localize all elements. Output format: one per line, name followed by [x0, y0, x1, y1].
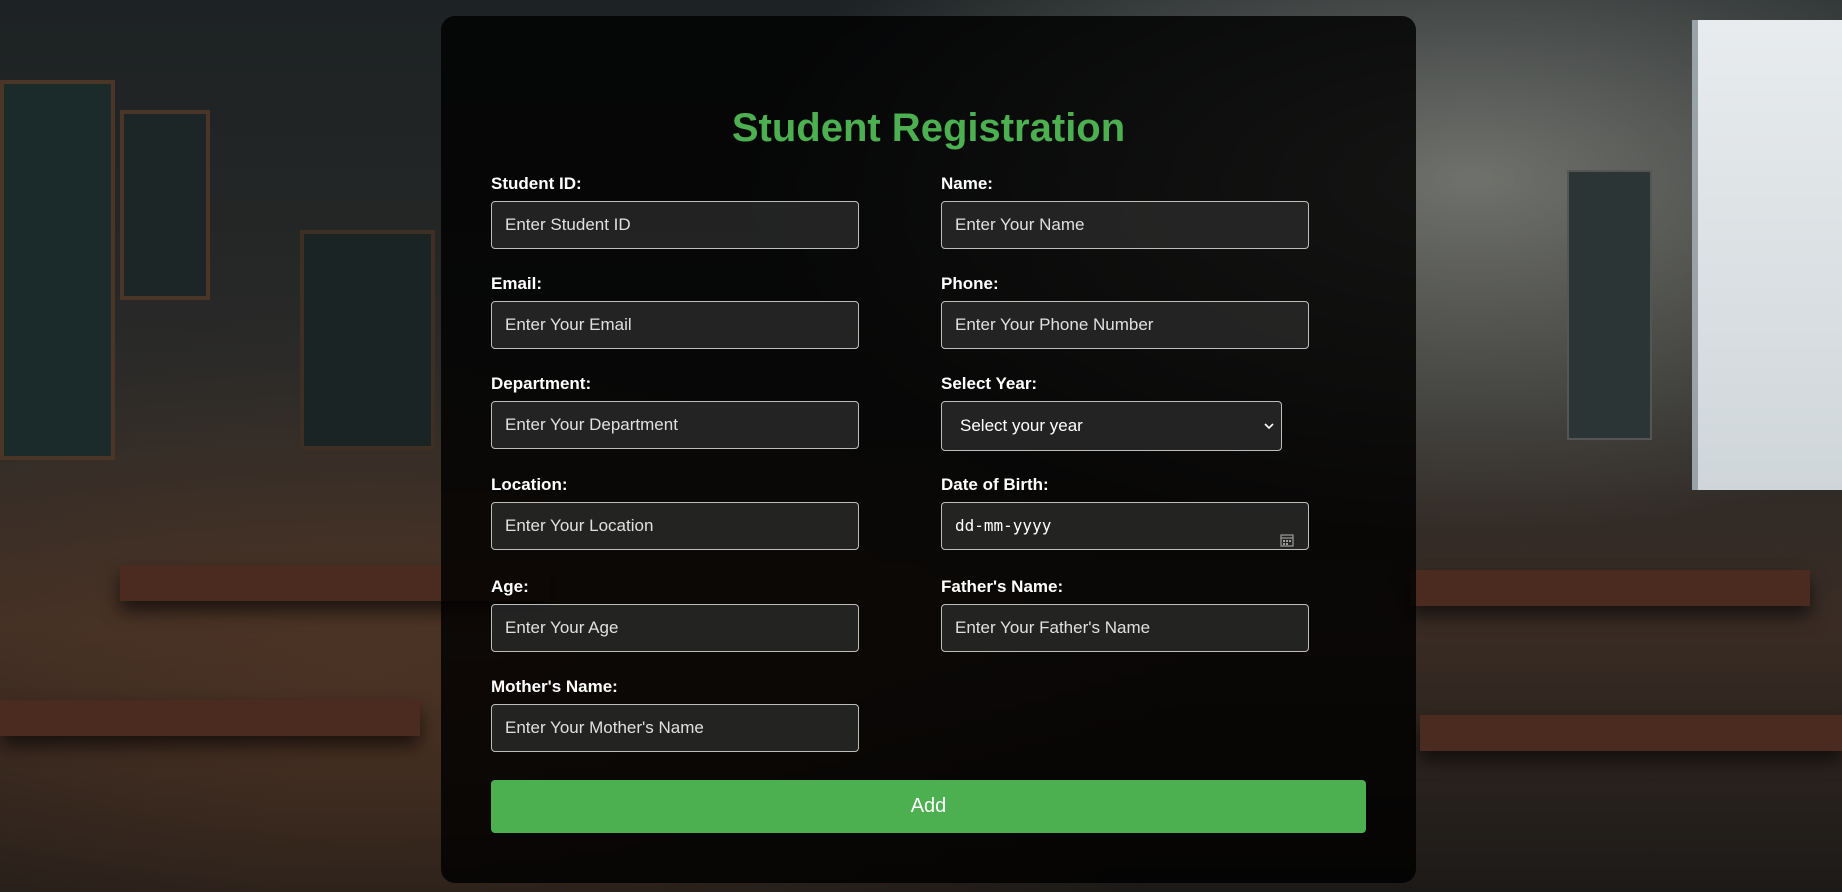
- background-desk: [1410, 570, 1810, 606]
- name-field: Name:: [941, 174, 1309, 249]
- dob-input[interactable]: dd-mm-yyyy: [941, 502, 1309, 550]
- background-desk: [1420, 715, 1842, 751]
- location-field: Location:: [491, 475, 859, 550]
- location-label: Location:: [491, 475, 568, 494]
- department-field: Department:: [491, 374, 859, 449]
- father-name-label: Father's Name:: [941, 577, 1064, 596]
- year-field: Select Year: Select your year: [941, 374, 1309, 451]
- age-input[interactable]: [491, 604, 859, 652]
- chevron-down-icon: [1263, 402, 1275, 450]
- email-input[interactable]: [491, 301, 859, 349]
- email-label: Email:: [491, 274, 543, 293]
- dob-placeholder: dd-mm-yyyy: [955, 516, 1052, 535]
- mother-name-label: Mother's Name:: [491, 677, 618, 696]
- age-field: Age:: [491, 577, 859, 652]
- name-label: Name:: [941, 174, 993, 193]
- dob-label: Date of Birth:: [941, 475, 1049, 494]
- background-chalkboard-left: [0, 80, 115, 460]
- age-label: Age:: [491, 577, 529, 596]
- form-title: Student Registration: [731, 106, 1126, 150]
- year-label: Select Year:: [941, 374, 1038, 393]
- student-id-label: Student ID:: [491, 174, 582, 193]
- background-chalkboard-left-small: [120, 110, 210, 300]
- father-name-field: Father's Name:: [941, 577, 1309, 652]
- name-input[interactable]: [941, 201, 1309, 249]
- background-window: [1692, 20, 1842, 490]
- year-select[interactable]: Select your year: [941, 401, 1282, 451]
- student-id-input[interactable]: [491, 201, 859, 249]
- phone-input[interactable]: [941, 301, 1309, 349]
- mother-name-field: Mother's Name:: [491, 677, 859, 752]
- mother-name-input[interactable]: [491, 704, 859, 752]
- background-poster: [1567, 170, 1652, 440]
- father-name-input[interactable]: [941, 604, 1309, 652]
- background-chalkboard-middle: [300, 230, 435, 450]
- location-input[interactable]: [491, 502, 859, 550]
- dob-field: Date of Birth: dd-mm-yyyy: [941, 475, 1309, 550]
- background-desk: [0, 700, 420, 736]
- department-label: Department:: [491, 374, 592, 393]
- student-id-field: Student ID:: [491, 174, 859, 249]
- department-input[interactable]: [491, 401, 859, 449]
- phone-label: Phone:: [941, 274, 999, 293]
- add-button[interactable]: Add: [491, 780, 1366, 833]
- registration-form-card: Student Registration Student ID: Name: E…: [441, 16, 1416, 883]
- phone-field: Phone:: [941, 274, 1309, 349]
- calendar-icon[interactable]: [1280, 519, 1294, 547]
- year-select-value: Select your year: [960, 416, 1083, 435]
- email-field: Email:: [491, 274, 859, 349]
